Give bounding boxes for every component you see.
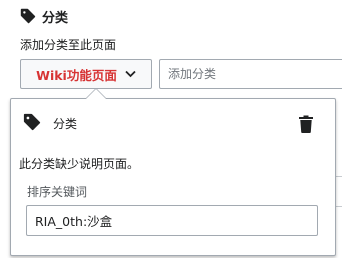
add-category-input[interactable] bbox=[159, 59, 342, 89]
section-title: 分类 bbox=[42, 10, 69, 26]
tag-icon bbox=[23, 113, 41, 131]
category-chip-label: Wiki功能页面 bbox=[36, 67, 117, 83]
chevron-down-icon bbox=[125, 70, 136, 78]
delete-button[interactable] bbox=[293, 111, 319, 137]
sortkey-input[interactable] bbox=[26, 205, 318, 236]
sortkey-label: 排序关键词 bbox=[27, 185, 88, 199]
section-header: 分类 bbox=[20, 6, 68, 26]
category-chip[interactable]: Wiki功能页面 bbox=[20, 59, 152, 89]
popup-title: 分类 bbox=[53, 117, 78, 131]
add-category-heading: 添加分类至此页面 bbox=[20, 38, 117, 52]
category-popup: 分类 此分类缺少说明页面。 排序关键词 bbox=[10, 88, 336, 256]
trash-icon bbox=[299, 115, 313, 133]
popup-arrow-fill bbox=[86, 89, 106, 99]
missing-description-notice: 此分类缺少说明页面。 bbox=[19, 157, 140, 171]
tag-icon bbox=[20, 8, 36, 24]
